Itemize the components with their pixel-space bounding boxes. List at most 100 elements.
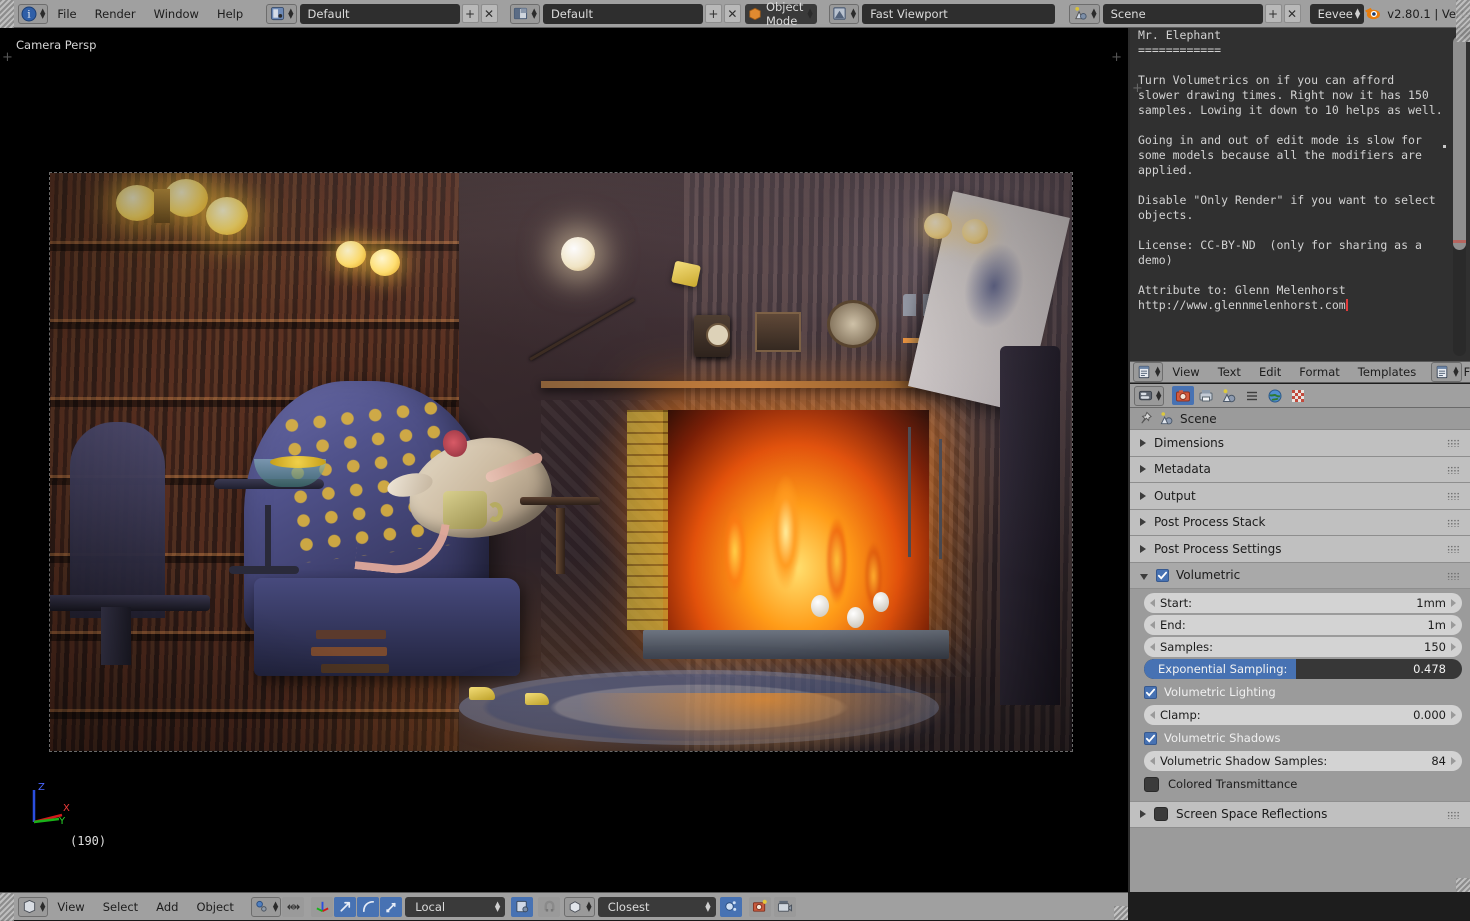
footer-editor-type-selector[interactable]: ▲▼: [18, 897, 48, 917]
decrement-arrow-icon[interactable]: [1150, 599, 1155, 607]
render-animation-icon[interactable]: [774, 897, 796, 917]
panel-post-process-settings[interactable]: Post Process Settings: [1130, 536, 1470, 563]
screen-add-button[interactable]: +: [705, 4, 722, 23]
snap-target-selector[interactable]: Closest ▲▼: [598, 897, 716, 917]
volumetric-enable-checkbox[interactable]: [1156, 569, 1169, 582]
volumetric-lighting-row[interactable]: Volumetric Lighting: [1144, 681, 1462, 703]
object-mode-selector[interactable]: Object Mode ▲▼: [745, 4, 817, 24]
text-editor[interactable]: Mr. Elephant ============ Turn Volumetri…: [1130, 28, 1470, 361]
volumetric-end-field[interactable]: End: 1m: [1144, 615, 1462, 635]
properties-menu-truncated[interactable]: F: [1462, 361, 1470, 383]
text-menu-edit[interactable]: Edit: [1250, 361, 1290, 383]
workspace-field[interactable]: Default: [300, 4, 460, 24]
footer-menu-add[interactable]: Add: [147, 893, 187, 921]
scene-remove-button[interactable]: ✕: [1284, 4, 1301, 23]
text-menu-format[interactable]: Format: [1290, 361, 1349, 383]
magnet-icon[interactable]: [538, 897, 560, 917]
colored-transmittance-checkbox[interactable]: [1144, 777, 1159, 792]
properties-editor[interactable]: ▲▼: [1130, 384, 1470, 892]
transform-pivot-point-icon[interactable]: [511, 897, 533, 917]
axis-gizmo[interactable]: Z X Y: [22, 774, 82, 834]
panel-drag-handle[interactable]: [1447, 492, 1460, 500]
increment-arrow-icon[interactable]: [1451, 599, 1456, 607]
panel-volumetric[interactable]: Volumetric: [1130, 563, 1470, 590]
move-icon[interactable]: [334, 897, 356, 917]
rotate-icon[interactable]: [357, 897, 379, 917]
scene-add-button[interactable]: +: [1265, 4, 1282, 23]
properties-corner-grip[interactable]: [1456, 878, 1470, 892]
proportional-edit-icon[interactable]: [282, 897, 304, 917]
panel-screen-space-reflections[interactable]: Screen Space Reflections: [1130, 801, 1470, 828]
viewport-toolbar-toggle-left[interactable]: +: [2, 50, 13, 65]
footer-grip[interactable]: [0, 893, 14, 921]
screen-icon-selector[interactable]: ▲▼: [510, 4, 540, 24]
workspace-icon-selector[interactable]: ▲▼: [266, 4, 296, 24]
transform-gizmo-icon[interactable]: [311, 897, 333, 917]
menu-window[interactable]: Window: [145, 0, 208, 28]
render-engine-selector[interactable]: Eevee ▲▼: [1310, 4, 1365, 24]
properties-tab-scene[interactable]: [1241, 386, 1263, 405]
text-menu-text[interactable]: Text: [1209, 361, 1250, 383]
workspace-add-button[interactable]: +: [462, 4, 479, 23]
increment-arrow-icon[interactable]: [1451, 643, 1456, 651]
menu-help[interactable]: Help: [208, 0, 252, 28]
scene-icon-selector[interactable]: ▲▼: [1069, 4, 1099, 24]
decrement-arrow-icon[interactable]: [1150, 757, 1155, 765]
footer-menu-view[interactable]: View: [48, 893, 93, 921]
viewport-sidebar-toggle-right[interactable]: +: [1111, 50, 1122, 65]
screen-field[interactable]: Default: [543, 4, 703, 24]
properties-tab-render[interactable]: [1172, 386, 1194, 405]
editor-type-selector[interactable]: i ▲▼: [18, 4, 48, 24]
text-editor-scrollbar-thumb[interactable]: [1453, 36, 1466, 250]
panel-drag-handle[interactable]: [1447, 519, 1460, 527]
properties-editor-type-selector[interactable]: ▲▼: [1431, 362, 1461, 382]
colored-transmittance-row[interactable]: Colored Transmittance: [1144, 773, 1462, 795]
panel-drag-handle[interactable]: [1447, 545, 1460, 553]
proportional-editing-toggle-icon[interactable]: [720, 897, 742, 917]
text-menu-view[interactable]: View: [1163, 361, 1208, 383]
snap-element-selector[interactable]: ▲▼: [564, 897, 594, 917]
viewport-shading-selector[interactable]: ▲▼: [829, 4, 859, 24]
footer-menu-object[interactable]: Object: [187, 893, 242, 921]
scene-field[interactable]: Scene: [1103, 4, 1263, 24]
properties-tab-view-layer[interactable]: [1218, 386, 1240, 405]
screen-remove-button[interactable]: ✕: [724, 4, 741, 23]
panel-metadata[interactable]: Metadata: [1130, 457, 1470, 484]
topbar-grip[interactable]: [0, 0, 14, 28]
panel-output[interactable]: Output: [1130, 483, 1470, 510]
panel-dimensions[interactable]: Dimensions: [1130, 430, 1470, 457]
topbar-right-grip[interactable]: [1456, 0, 1470, 28]
panel-drag-handle[interactable]: [1447, 439, 1460, 447]
menu-file[interactable]: File: [48, 0, 85, 28]
increment-arrow-icon[interactable]: [1451, 757, 1456, 765]
increment-arrow-icon[interactable]: [1451, 621, 1456, 629]
panel-post-process-stack[interactable]: Post Process Stack: [1130, 510, 1470, 537]
volumetric-shadows-row[interactable]: Volumetric Shadows: [1144, 727, 1462, 749]
pin-icon[interactable]: [1138, 411, 1153, 426]
viewport-shading-field[interactable]: Fast Viewport: [862, 4, 1055, 24]
panel-drag-handle[interactable]: [1447, 466, 1460, 474]
transform-orientation-selector[interactable]: Local ▲▼: [405, 897, 505, 917]
workspace-remove-button[interactable]: ✕: [481, 4, 498, 23]
volumetric-clamp-field[interactable]: Clamp: 0.000: [1144, 705, 1462, 725]
properties-tab-texture[interactable]: [1287, 386, 1309, 405]
text-menu-templates[interactable]: Templates: [1349, 361, 1425, 383]
panel-drag-handle[interactable]: [1447, 572, 1460, 580]
volumetric-shadow-samples-field[interactable]: Volumetric Shadow Samples: 84: [1144, 751, 1462, 771]
exponential-sampling-slider[interactable]: Exponential Sampling: 0.478: [1144, 659, 1462, 679]
text-editor-type-selector[interactable]: ▲▼: [1133, 362, 1163, 382]
properties-tab-world[interactable]: [1264, 386, 1286, 405]
viewport-3d[interactable]: Camera Persp + +: [0, 28, 1128, 892]
decrement-arrow-icon[interactable]: [1150, 643, 1155, 651]
properties-editor-selector[interactable]: ▲▼: [1134, 386, 1164, 406]
decrement-arrow-icon[interactable]: [1150, 711, 1155, 719]
text-editor-content[interactable]: Mr. Elephant ============ Turn Volumetri…: [1138, 28, 1446, 313]
footer-corner-grip[interactable]: [1114, 906, 1128, 920]
render-image-icon[interactable]: [749, 897, 771, 917]
properties-tab-output[interactable]: [1195, 386, 1217, 405]
footer-menu-select[interactable]: Select: [94, 893, 147, 921]
volumetric-samples-field[interactable]: Samples: 150: [1144, 637, 1462, 657]
panel-drag-handle[interactable]: [1447, 811, 1460, 819]
text-editor-sidebar-toggle[interactable]: +: [1132, 81, 1143, 96]
volumetric-start-field[interactable]: Start: 1mm: [1144, 593, 1462, 613]
